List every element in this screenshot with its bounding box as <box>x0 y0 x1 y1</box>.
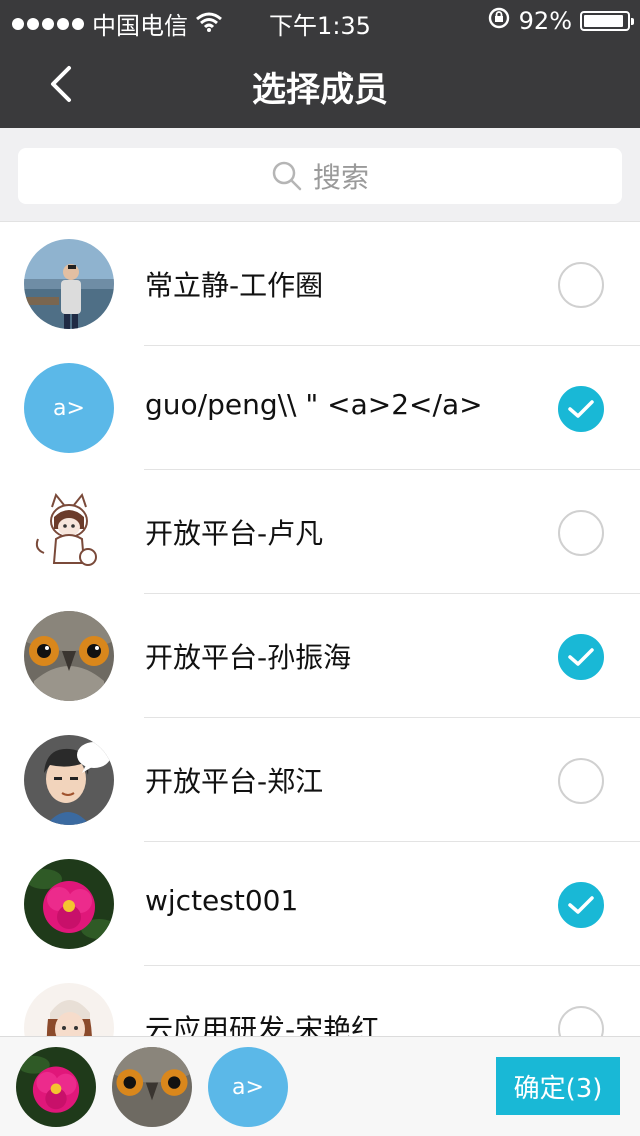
rotation-lock-icon <box>487 6 511 36</box>
avatar <box>24 983 114 1036</box>
list-item[interactable]: 常立静-工作圈 <box>0 222 640 346</box>
list-item[interactable]: 开放平台-卢凡 <box>0 470 640 594</box>
member-name: 开放平台-孙振海 <box>145 641 352 674</box>
member-name: 云应用研发-宋艳红 <box>145 1013 380 1036</box>
checkbox[interactable] <box>558 882 604 928</box>
search-input[interactable]: 搜索 <box>18 148 622 204</box>
status-bar: 中国电信 下午1:35 92% <box>0 0 640 40</box>
search-icon <box>272 161 302 191</box>
checkbox[interactable] <box>558 510 604 556</box>
checkbox[interactable] <box>558 634 604 680</box>
confirm-button[interactable]: 确定(3) <box>496 1057 620 1115</box>
checkmark-icon <box>568 400 594 418</box>
page-title: 选择成员 <box>252 70 388 110</box>
selected-avatar[interactable]: a> <box>208 1047 288 1127</box>
battery-icon <box>580 11 634 31</box>
checkbox[interactable] <box>558 262 604 308</box>
selected-avatar[interactable] <box>112 1047 192 1127</box>
battery-percent: 92% <box>518 7 572 35</box>
avatar <box>24 487 114 577</box>
member-name: 开放平台-卢凡 <box>145 517 324 550</box>
avatar <box>24 239 114 329</box>
list-item[interactable]: wjctest001 <box>0 842 640 966</box>
avatar <box>24 735 114 825</box>
search-area: 搜索 <box>0 128 640 222</box>
checkbox[interactable] <box>558 1006 604 1036</box>
nav-bar: 选择成员 <box>0 40 640 128</box>
list-item[interactable]: 开放平台-孙振海 <box>0 594 640 718</box>
selection-bar: a> 确定(3) <box>0 1036 640 1136</box>
member-list[interactable]: 常立静-工作圈 a> guo/peng\\ " <a>2</a> 开放平台-卢凡… <box>0 222 640 1036</box>
avatar <box>24 611 114 701</box>
checkmark-icon <box>568 648 594 666</box>
status-right: 92% <box>487 6 634 36</box>
search-placeholder: 搜索 <box>312 161 369 194</box>
avatar <box>24 859 114 949</box>
member-name: 常立静-工作圈 <box>145 269 324 302</box>
checkbox[interactable] <box>558 386 604 432</box>
member-name: 开放平台-郑江 <box>145 765 324 798</box>
checkbox[interactable] <box>558 758 604 804</box>
checkmark-icon <box>568 896 594 914</box>
list-item[interactable]: 开放平台-郑江 <box>0 718 640 842</box>
selected-avatar[interactable] <box>16 1047 96 1127</box>
member-name: wjctest001 <box>145 884 299 917</box>
list-item[interactable]: 云应用研发-宋艳红 <box>0 966 640 1036</box>
avatar: a> <box>24 363 114 453</box>
list-item[interactable]: a> guo/peng\\ " <a>2</a> <box>0 346 640 470</box>
battery-level <box>584 15 623 27</box>
member-name: guo/peng\\ " <a>2</a> <box>145 388 483 421</box>
